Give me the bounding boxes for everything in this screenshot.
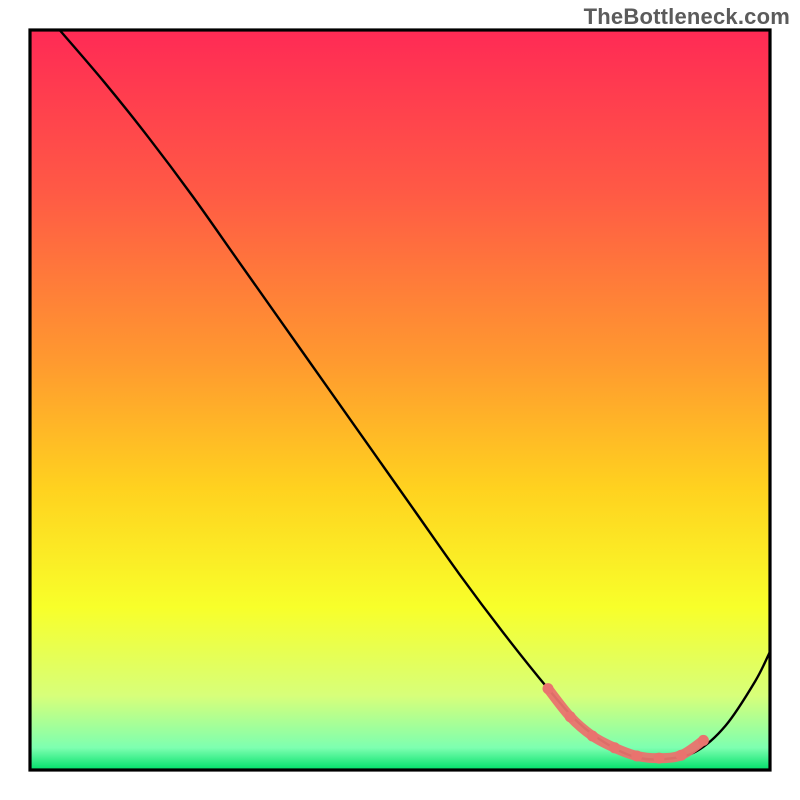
highlight-dot	[698, 735, 709, 746]
chart-background-gradient	[30, 30, 770, 770]
highlight-dot	[609, 742, 620, 753]
highlight-dot	[676, 750, 687, 761]
highlight-dot	[587, 730, 598, 741]
bottleneck-chart	[0, 0, 800, 800]
highlight-dot	[631, 750, 642, 761]
watermark-text: TheBottleneck.com	[584, 4, 790, 30]
highlight-dot	[654, 753, 665, 764]
highlight-dot	[565, 711, 576, 722]
highlight-dot	[543, 683, 554, 694]
chart-stage: TheBottleneck.com	[0, 0, 800, 800]
